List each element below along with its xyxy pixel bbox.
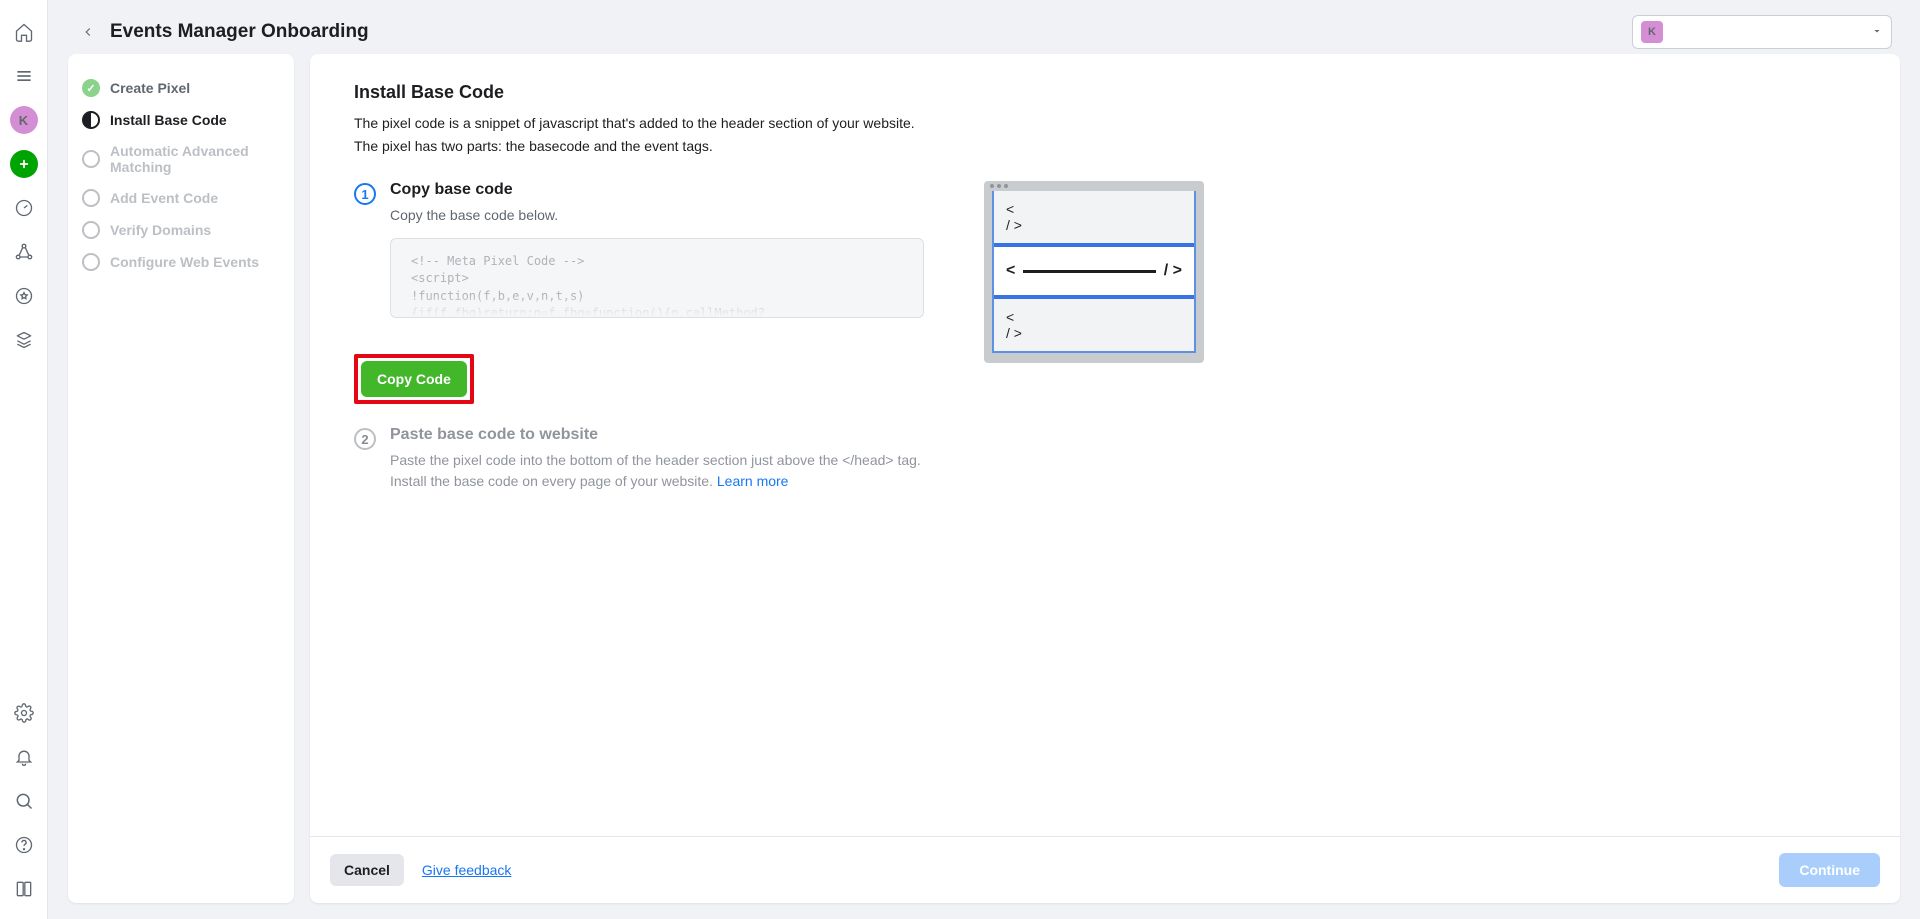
step-label: Install Base Code [110, 112, 227, 128]
step-label: Add Event Code [110, 190, 218, 206]
step-label: Create Pixel [110, 80, 190, 96]
account-avatar: K [1641, 21, 1663, 43]
step-indicator-icon [82, 111, 100, 129]
help-icon[interactable] [6, 827, 42, 863]
substep-subtitle: Copy the base code below. [390, 205, 924, 226]
step-label: Automatic Advanced Matching [110, 143, 280, 175]
step-verify-domains: Verify Domains [82, 214, 280, 246]
step-number-1: 1 [354, 183, 376, 205]
account-selector[interactable]: K [1632, 15, 1892, 49]
substep-paste-code: 2 Paste base code to website Paste the p… [354, 426, 924, 492]
content-desc1: The pixel code is a snippet of javascrip… [354, 113, 1856, 134]
step-install-base-code[interactable]: Install Base Code [82, 104, 280, 136]
add-button[interactable] [6, 146, 42, 182]
substep-title: Copy base code [390, 181, 924, 199]
bell-icon[interactable] [6, 739, 42, 775]
avatar[interactable]: K [6, 102, 42, 138]
content-heading: Install Base Code [354, 82, 1856, 103]
content-card: Install Base Code The pixel code is a sn… [310, 54, 1900, 903]
gear-icon[interactable] [6, 695, 42, 731]
step-add-event-code: Add Event Code [82, 182, 280, 214]
page-title: Events Manager Onboarding [110, 21, 1632, 43]
code-illustration: < / > </ > < [984, 181, 1204, 363]
report-icon[interactable] [6, 871, 42, 907]
substep-copy-code: 1 Copy base code Copy the base code belo… [354, 181, 924, 318]
home-icon[interactable] [6, 14, 42, 50]
back-button[interactable] [76, 20, 100, 44]
step-label: Configure Web Events [110, 254, 259, 270]
gauge-icon[interactable] [6, 190, 42, 226]
step-indicator-icon [82, 189, 100, 207]
page: Events Manager Onboarding K Create Pixel… [48, 0, 1920, 919]
copy-highlight: Copy Code [354, 354, 474, 404]
step-label: Verify Domains [110, 222, 211, 238]
step-sidebar: Create Pixel Install Base Code Automatic… [68, 54, 294, 903]
layers-icon[interactable] [6, 322, 42, 358]
copy-code-button[interactable]: Copy Code [361, 361, 467, 397]
chevron-down-icon [1871, 24, 1883, 40]
cancel-button[interactable]: Cancel [330, 854, 404, 886]
continue-button[interactable]: Continue [1779, 853, 1880, 887]
learn-more-link[interactable]: Learn more [717, 473, 789, 489]
substep-title: Paste base code to website [390, 426, 924, 444]
step-indicator-icon [82, 253, 100, 271]
search-icon[interactable] [6, 783, 42, 819]
step-number-2: 2 [354, 428, 376, 450]
step-indicator-icon [82, 150, 100, 168]
star-icon[interactable] [6, 278, 42, 314]
give-feedback-link[interactable]: Give feedback [422, 862, 512, 878]
code-display[interactable]: <!-- Meta Pixel Code --> <script> !funct… [390, 238, 924, 318]
substep-subtitle: Paste the pixel code into the bottom of … [390, 450, 924, 492]
step-create-pixel[interactable]: Create Pixel [82, 72, 280, 104]
page-header: Events Manager Onboarding K [68, 10, 1900, 54]
menu-icon[interactable] [6, 58, 42, 94]
footer: Cancel Give feedback Continue [310, 836, 1900, 903]
content-desc2: The pixel has two parts: the basecode an… [354, 136, 1856, 157]
global-nav-rail: K [0, 0, 48, 919]
step-advanced-matching: Automatic Advanced Matching [82, 136, 280, 182]
step-configure-web-events: Configure Web Events [82, 246, 280, 278]
check-icon [82, 79, 100, 97]
step-indicator-icon [82, 221, 100, 239]
connections-icon[interactable] [6, 234, 42, 270]
